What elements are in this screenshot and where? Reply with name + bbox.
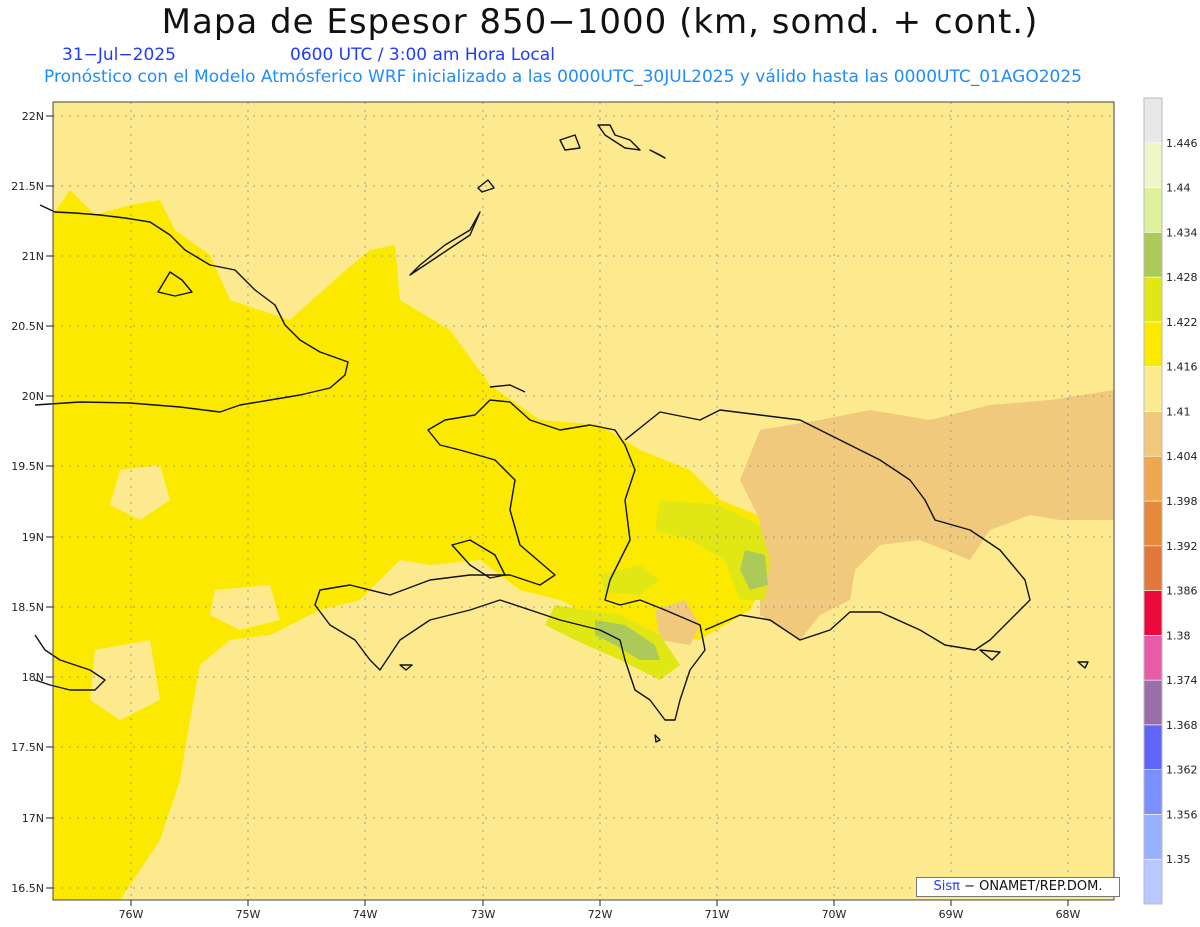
legend-swatch xyxy=(1143,142,1163,188)
legend-swatch xyxy=(1143,724,1163,770)
credit-box: Sisπ − ONAMET/REP.DOM. xyxy=(916,877,1120,897)
legend-label: 1.434 xyxy=(1166,226,1198,239)
lon-tick-label: 75W xyxy=(236,908,261,921)
lon-tick-label: 76W xyxy=(119,908,144,921)
lat-tick-label: 18.5N xyxy=(11,601,44,614)
lon-tick-label: 73W xyxy=(471,908,496,921)
legend-label: 1.374 xyxy=(1166,674,1198,687)
legend-swatch xyxy=(1143,411,1163,457)
forecast-time: 0600 UTC / 3:00 am Hora Local xyxy=(290,45,555,65)
lat-tick-label: 16.5N xyxy=(11,882,44,895)
lon-tick-label: 68W xyxy=(1056,908,1081,921)
lat-tick-label: 17.5N xyxy=(11,741,44,754)
legend-swatch xyxy=(1143,814,1163,860)
legend-swatch xyxy=(1143,232,1163,278)
lat-tick-label: 20N xyxy=(22,390,44,403)
color-legend: 1.35 1.356 1.362 1.368 1.374 1.38 1.386 1.392 1.… xyxy=(1143,97,1198,905)
credit-text: − ONAMET/REP.DOM. xyxy=(959,879,1103,894)
forecast-date: 31−Jul−2025 xyxy=(62,45,176,65)
legend-swatch xyxy=(1143,276,1163,323)
legend-label: 1.38 xyxy=(1166,629,1191,642)
legend-swatch xyxy=(1143,455,1163,502)
legend-label: 1.41 xyxy=(1166,405,1191,418)
legend-label: 1.368 xyxy=(1166,719,1198,732)
legend-swatch xyxy=(1143,500,1163,547)
legend-swatch xyxy=(1143,590,1163,636)
legend-swatch xyxy=(1143,679,1163,726)
legend-label: 1.356 xyxy=(1166,808,1198,821)
lon-tick-label: 69W xyxy=(939,908,964,921)
legend-swatch xyxy=(1143,858,1163,905)
thickness-map: 22N 21.5N 21N 20.5N 20N 19.5N 19N 18.5N … xyxy=(11,97,1198,921)
legend-label: 1.428 xyxy=(1166,271,1198,284)
legend-swatch xyxy=(1143,545,1163,591)
lat-tick-label: 18N xyxy=(22,671,44,684)
legend-label: 1.386 xyxy=(1166,585,1198,598)
legend-label: 1.398 xyxy=(1166,495,1198,508)
lat-tick-label: 21.5N xyxy=(11,180,44,193)
lat-tick-label: 21N xyxy=(22,250,44,263)
lat-tick-label: 17N xyxy=(22,812,44,825)
legend-swatch xyxy=(1143,769,1163,815)
legend-label: 1.35 xyxy=(1166,853,1191,866)
legend-label: 1.416 xyxy=(1166,361,1198,374)
credit-brand: Sisπ xyxy=(933,879,960,894)
lon-tick-label: 70W xyxy=(822,908,847,921)
lon-tick-label: 72W xyxy=(588,908,613,921)
legend-swatch xyxy=(1143,366,1163,412)
lat-tick-label: 22N xyxy=(22,110,44,123)
lon-labels: 76W 75W 74W 73W 72W 71W 70W 69W 68W xyxy=(119,908,1081,921)
legend-swatch xyxy=(1143,635,1163,681)
lat-tick-label: 19.5N xyxy=(11,460,44,473)
legend-label: 1.362 xyxy=(1166,764,1198,777)
legend-label: 1.422 xyxy=(1166,316,1198,329)
legend-label: 1.404 xyxy=(1166,450,1198,463)
legend-swatch xyxy=(1143,321,1163,367)
lat-tick-label: 20.5N xyxy=(11,320,44,333)
legend-label: 1.392 xyxy=(1166,540,1198,553)
lon-tick-label: 74W xyxy=(353,908,378,921)
model-info: Pronóstico con el Modelo Atmósferico WRF… xyxy=(44,67,1082,87)
legend-swatch xyxy=(1143,97,1163,144)
lon-tick-label: 71W xyxy=(705,908,730,921)
legend-label: 1.446 xyxy=(1166,137,1198,150)
lat-tick-label: 19N xyxy=(22,531,44,544)
legend-label: 1.44 xyxy=(1166,182,1191,195)
lat-labels: 22N 21.5N 21N 20.5N 20N 19.5N 19N 18.5N … xyxy=(11,110,44,895)
page-title: Mapa de Espesor 850−1000 (km, somd. + co… xyxy=(161,2,1039,42)
legend-swatch xyxy=(1143,187,1163,233)
